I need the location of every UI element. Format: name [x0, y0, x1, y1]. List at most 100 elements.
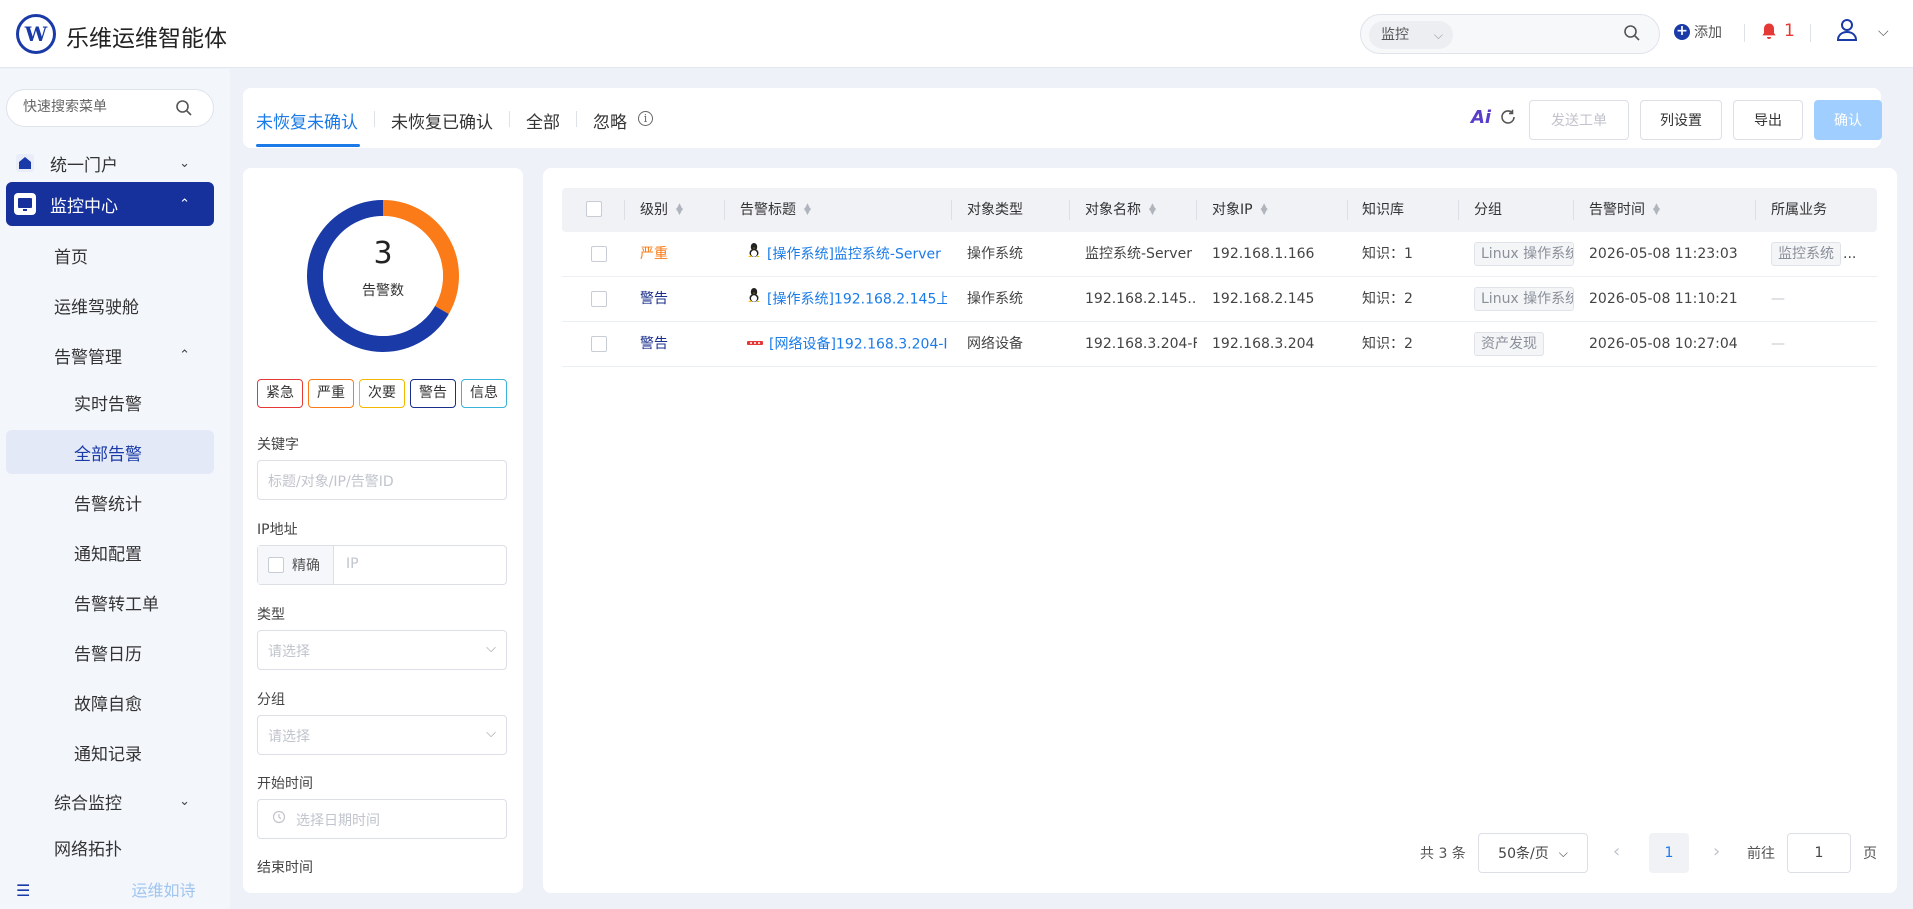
severity-filter-button[interactable]: 严重: [308, 379, 354, 408]
chevron-down-icon[interactable]: ⌵: [1878, 24, 1889, 40]
confirm-button[interactable]: 确认: [1814, 100, 1882, 140]
checkbox[interactable]: [268, 557, 284, 573]
column-header-alert-time[interactable]: 告警时间 ▲ ▼: [1589, 188, 1660, 232]
sidebar-item-integrated-monitor[interactable]: 综合监控 ⌄: [6, 779, 214, 823]
sidebar-item-alert-to-ticket[interactable]: 告警转工单: [6, 580, 214, 624]
row-checkbox[interactable]: [591, 336, 607, 352]
ip-placeholder: IP: [346, 556, 359, 572]
alert-title-link[interactable]: [操作系统]192.168.2.145上: [767, 292, 947, 308]
tab-ignored[interactable]: 忽略: [593, 108, 627, 133]
page-button-current[interactable]: 1: [1649, 833, 1689, 873]
table-row[interactable]: 警告 [操作系统]192.168.2.145上 操作系统 192.168.2.145.…: [562, 277, 1877, 322]
alert-title-link[interactable]: [网络设备]192.168.3.204-I: [769, 337, 947, 353]
user-avatar-icon[interactable]: [1836, 18, 1858, 46]
sidebar-item-label: 全部告警: [74, 444, 142, 465]
sort-icon[interactable]: ▲ ▼: [1653, 203, 1660, 217]
table-row[interactable]: 严重 [操作系统]监控系统-Server 操作系统 监控系统-Server 192.16…: [562, 232, 1877, 277]
search-icon[interactable]: [175, 99, 193, 121]
column-header-title[interactable]: 告警标题 ▲ ▼: [740, 188, 811, 232]
export-button[interactable]: 导出: [1733, 100, 1803, 140]
tab-unrecovered-unconfirmed[interactable]: 未恢复未确认: [256, 108, 358, 133]
column-header-knowledge[interactable]: 知识库: [1362, 188, 1404, 232]
top-header: W 乐维运维智能体 监控 ⌵ + 添加 1 ⌵: [0, 0, 1913, 68]
page-size-select[interactable]: 50条/页 ⌵: [1478, 833, 1588, 873]
sidebar-item-alert-calendar[interactable]: 告警日历: [6, 630, 214, 674]
sort-icon[interactable]: ▲ ▼: [1149, 203, 1156, 217]
column-divider: [624, 200, 625, 220]
sidebar-item-notify-records[interactable]: 通知记录: [6, 730, 214, 774]
sidebar-item-network-topology[interactable]: 网络拓扑: [6, 825, 214, 869]
cell-title[interactable]: [操作系统]192.168.2.145上: [747, 277, 947, 322]
alert-notification[interactable]: 1: [1760, 21, 1795, 41]
menu-search-input[interactable]: [23, 99, 173, 115]
column-header-business[interactable]: 所属业务: [1771, 188, 1827, 232]
tab-all[interactable]: 全部: [526, 108, 560, 133]
sidebar-item-alert-management[interactable]: 告警管理 ⌃: [6, 333, 214, 377]
cell-knowledge[interactable]: 知识：2: [1362, 277, 1413, 322]
add-button[interactable]: + 添加: [1674, 22, 1722, 42]
start-time-input[interactable]: 选择日期时间: [257, 799, 507, 839]
menu-search[interactable]: [6, 89, 214, 127]
keyword-label: 关键字: [257, 437, 299, 453]
sidebar-item-home[interactable]: 首页: [6, 233, 214, 277]
group-tag: 资产发现: [1474, 332, 1544, 356]
plus-icon: +: [1674, 24, 1690, 40]
column-header-object-ip[interactable]: 对象IP ▲ ▼: [1212, 188, 1268, 232]
row-checkbox[interactable]: [591, 291, 607, 307]
cell-level: 警告: [640, 291, 668, 307]
ai-assistant-icon[interactable]: Ai: [1471, 107, 1491, 128]
sidebar-footer: ☰ 运维如诗: [16, 877, 195, 901]
sort-icon[interactable]: ▲ ▼: [804, 203, 811, 217]
info-icon[interactable]: i: [638, 111, 653, 126]
sidebar-item-label: 故障自愈: [74, 694, 142, 715]
menu-collapse-icon[interactable]: ☰: [16, 881, 30, 900]
sidebar-item-cockpit[interactable]: 运维驾驶舱: [6, 283, 214, 327]
cell-knowledge[interactable]: 知识：2: [1362, 322, 1413, 367]
column-header-group[interactable]: 分组: [1474, 188, 1502, 232]
ip-input[interactable]: 精确 IP: [257, 545, 507, 585]
global-search[interactable]: 监控 ⌵: [1360, 14, 1660, 54]
sort-icon[interactable]: ▲ ▼: [676, 203, 683, 217]
group-select[interactable]: 请选择 ⌵: [257, 715, 507, 755]
send-ticket-button[interactable]: 发送工单: [1529, 100, 1629, 140]
severity-filter-button[interactable]: 警告: [410, 379, 456, 408]
cell-title[interactable]: [操作系统]监控系统-Server: [747, 232, 947, 277]
sidebar-item-notify-config[interactable]: 通知配置: [6, 530, 214, 574]
refresh-icon[interactable]: [1499, 108, 1517, 130]
table-row[interactable]: 警告 [网络设备]192.168.3.204-I 网络设备 192.168.3.204…: [562, 322, 1877, 367]
severity-filter-button[interactable]: 次要: [359, 379, 405, 408]
alert-title-link[interactable]: [操作系统]监控系统-Server: [767, 247, 941, 263]
row-checkbox[interactable]: [591, 246, 607, 262]
search-icon[interactable]: [1623, 24, 1641, 46]
column-header-object-type[interactable]: 对象类型: [967, 188, 1023, 232]
app-logo[interactable]: W: [16, 14, 56, 54]
severity-filter-button[interactable]: 信息: [461, 379, 507, 408]
select-all-checkbox[interactable]: [586, 201, 602, 217]
sidebar-item-alert-stats[interactable]: 告警统计: [6, 480, 214, 524]
search-scope-select[interactable]: 监控 ⌵: [1369, 21, 1453, 49]
keyword-input[interactable]: 标题/对象/IP/告警ID: [257, 460, 507, 500]
prev-page-icon[interactable]: ‹: [1613, 841, 1620, 862]
keyword-placeholder: 标题/对象/IP/告警ID: [268, 474, 394, 490]
column-header-level[interactable]: 级别 ▲ ▼: [640, 188, 683, 232]
sidebar-item-monitor-center[interactable]: 监控中心 ⌃: [6, 182, 214, 226]
sort-icon[interactable]: ▲ ▼: [1261, 203, 1268, 217]
ip-exact-checkbox[interactable]: 精确: [258, 546, 334, 584]
sidebar-item-self-healing[interactable]: 故障自愈: [6, 680, 214, 724]
sidebar-item-all-alerts[interactable]: 全部告警: [6, 430, 214, 474]
column-settings-button[interactable]: 列设置: [1640, 100, 1722, 140]
column-header-object-name[interactable]: 对象名称 ▲ ▼: [1085, 188, 1156, 232]
cell-title[interactable]: [网络设备]192.168.3.204-I: [747, 322, 947, 367]
sidebar-item-label: 实时告警: [74, 394, 142, 415]
cell-knowledge[interactable]: 知识：1: [1362, 232, 1413, 277]
severity-filter-button[interactable]: 紧急: [257, 379, 303, 408]
next-page-icon[interactable]: ›: [1713, 841, 1720, 862]
sidebar-item-realtime-alerts[interactable]: 实时告警: [6, 380, 214, 424]
sidebar-item-portal[interactable]: 统一门户 ⌄: [6, 141, 214, 185]
column-label: 对象名称: [1085, 202, 1141, 218]
goto-page-input[interactable]: 1: [1787, 833, 1851, 873]
tab-unrecovered-confirmed[interactable]: 未恢复已确认: [391, 108, 493, 133]
type-select[interactable]: 请选择 ⌵: [257, 630, 507, 670]
cell-group: 资产发现: [1474, 322, 1544, 367]
sidebar-item-label: 告警统计: [74, 494, 142, 515]
